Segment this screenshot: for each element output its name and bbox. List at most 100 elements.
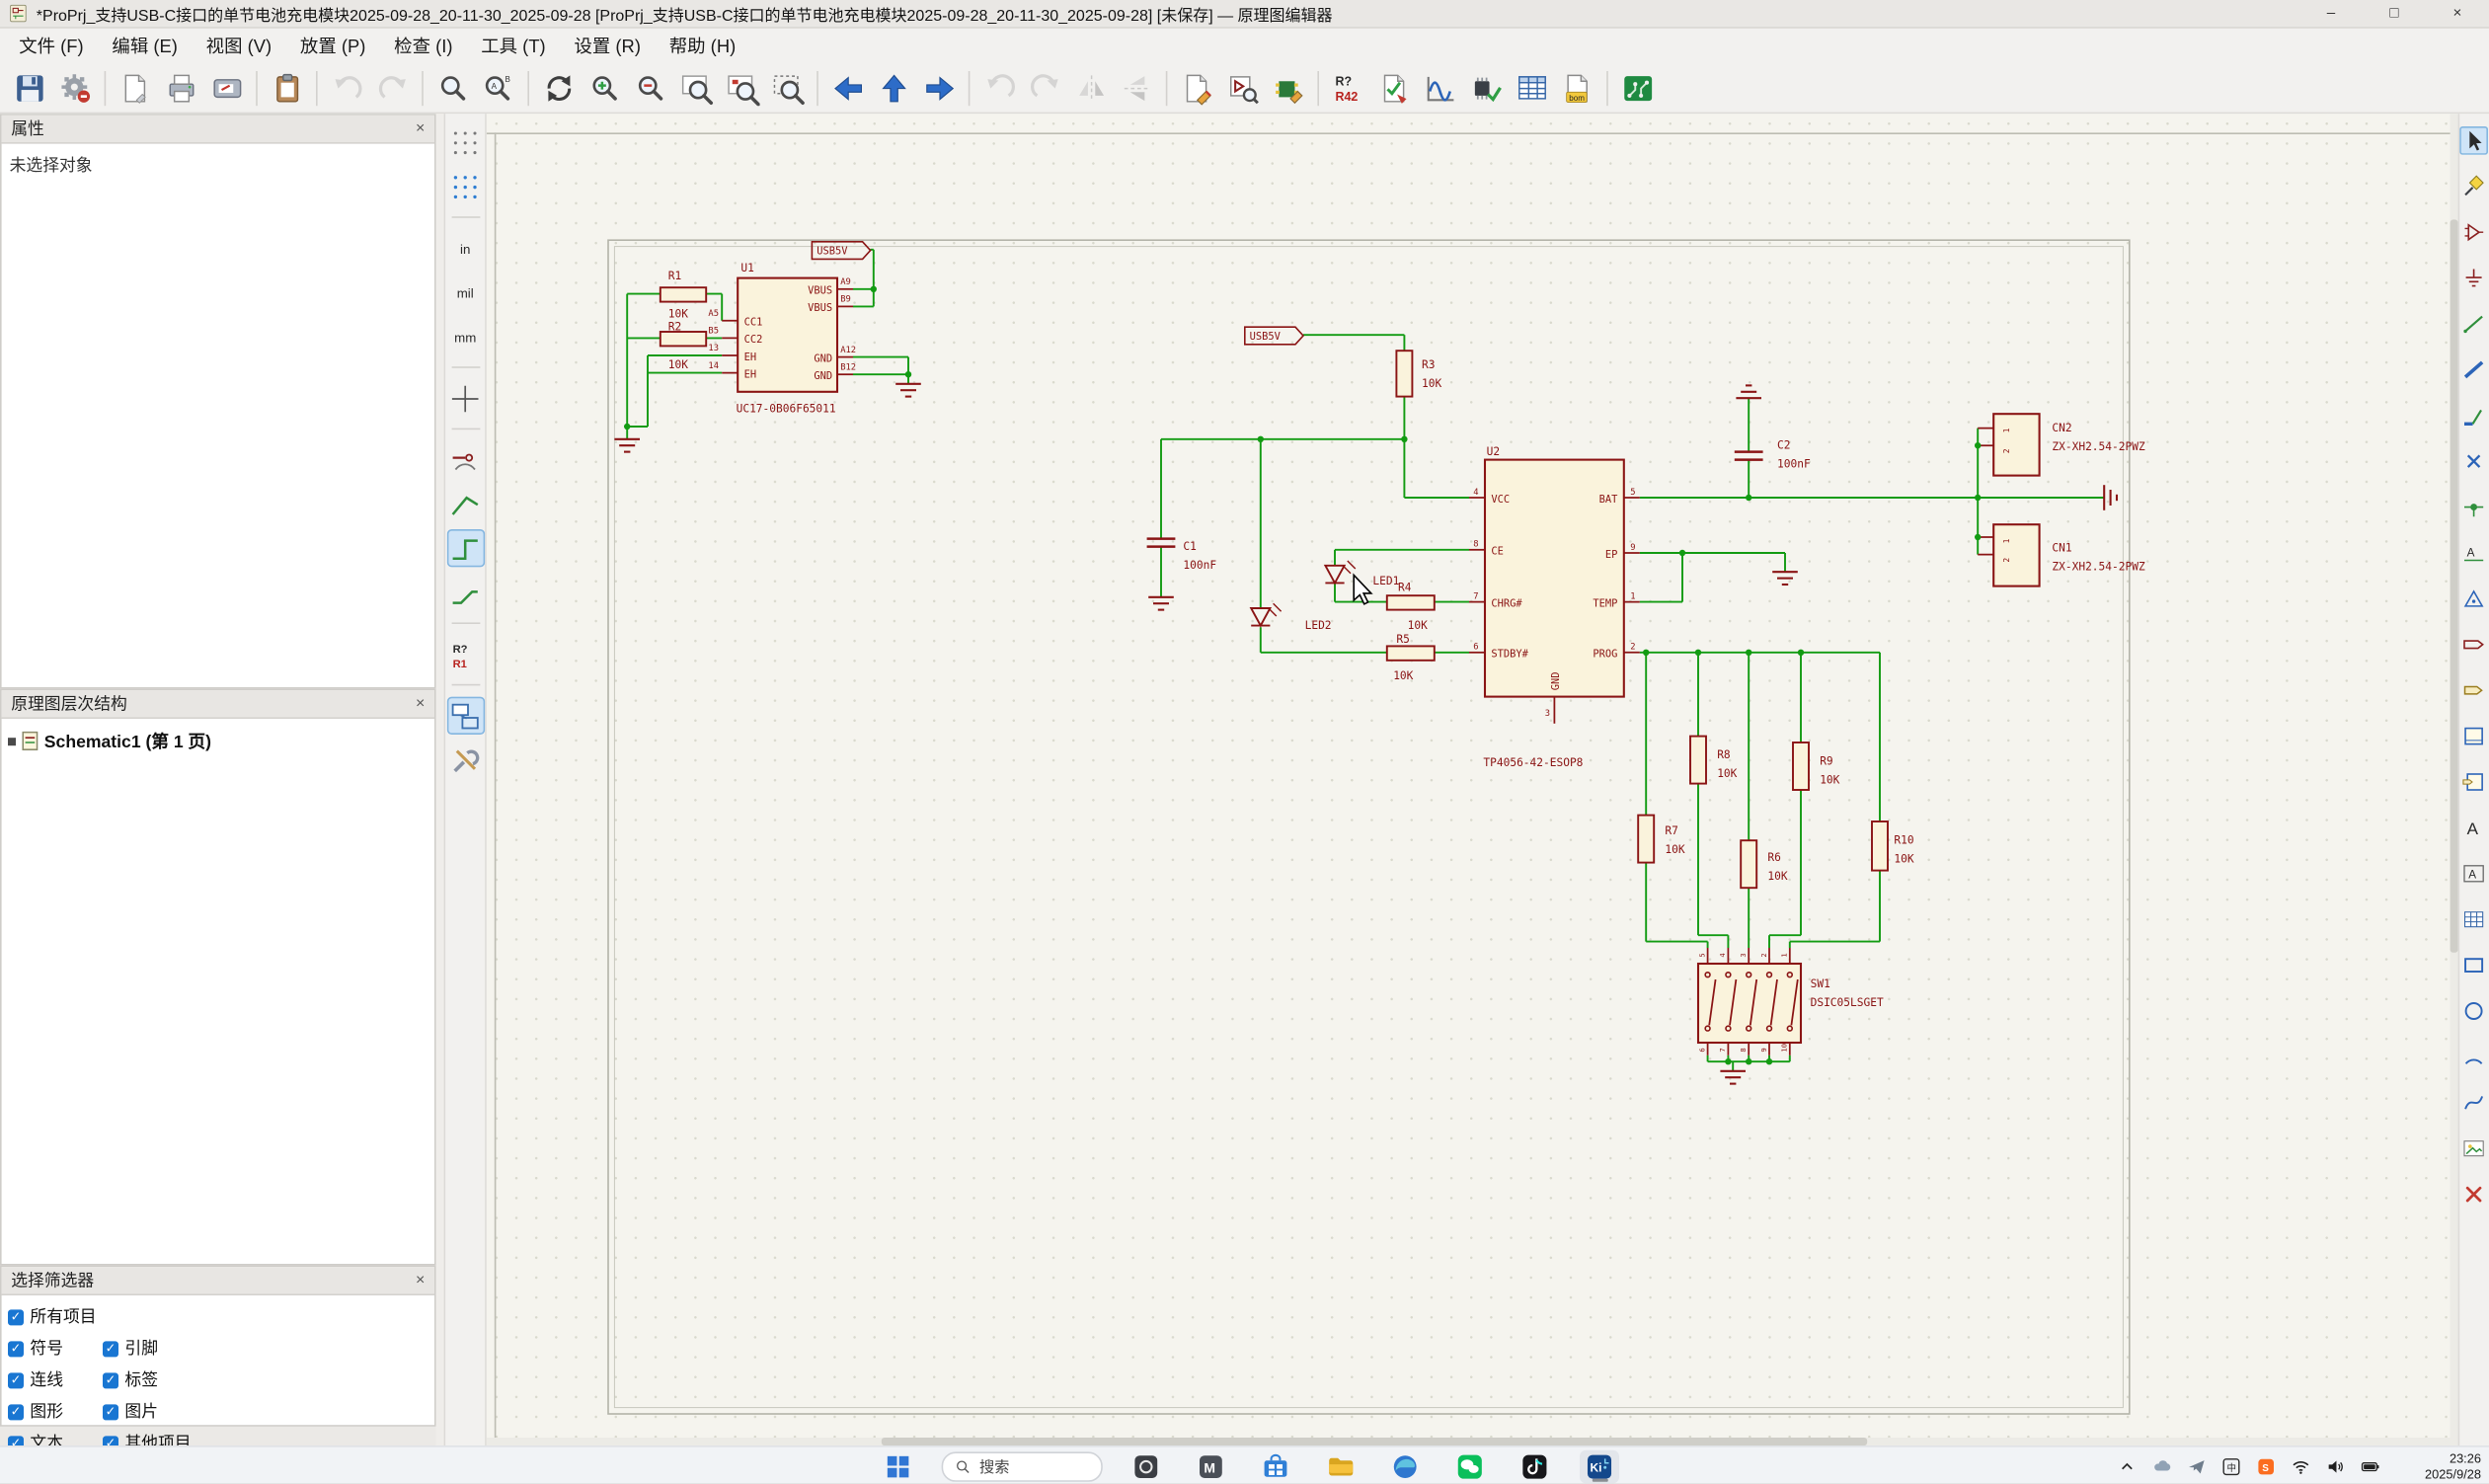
schematic-text[interactable]: 10K — [1820, 774, 1839, 787]
schematic-text[interactable]: LED2 — [1305, 619, 1332, 632]
45-degree-wires-button[interactable] — [446, 574, 484, 611]
schematic-text[interactable]: LED1 — [1372, 575, 1399, 587]
junction-dot[interactable] — [1746, 650, 1751, 656]
schematic-text[interactable]: 2 — [1759, 953, 1768, 957]
schematic-text[interactable]: 2 — [2002, 448, 2011, 453]
nav-forward-button[interactable] — [918, 66, 961, 109]
global-label-button[interactable] — [2460, 630, 2489, 659]
highlight-net-button[interactable] — [2460, 172, 2489, 200]
nav-back-button[interactable] — [826, 66, 869, 109]
vertical-scrollbar-thumb[interactable] — [2450, 220, 2458, 953]
checkbox-icon[interactable]: ✓ — [8, 1372, 24, 1388]
schematic-text[interactable]: 9 — [1759, 1048, 1768, 1052]
schematic-text[interactable]: R3 — [1422, 358, 1435, 371]
taskbar-clock[interactable]: 23:26 2025/9/28 — [2425, 1451, 2481, 1484]
schematic-text[interactable]: VBUS — [808, 302, 832, 314]
tray-volume-icon[interactable] — [2325, 1455, 2347, 1477]
schematic-text[interactable]: PROG — [1593, 649, 1617, 661]
annotation-visibility-button[interactable]: R?R1 — [446, 635, 484, 672]
resistor-R3[interactable] — [1396, 351, 1412, 396]
junction-dot[interactable] — [1679, 550, 1685, 556]
menu-place[interactable]: 放置 (P) — [286, 29, 380, 63]
vertical-scrollbar[interactable] — [2450, 114, 2458, 1445]
simulator-button[interactable] — [1419, 66, 1461, 109]
junction-dot[interactable] — [871, 286, 877, 292]
schematic-text[interactable]: 2 — [1630, 643, 1635, 653]
schematic-text[interactable]: 1 — [2002, 538, 2011, 543]
checkbox-icon[interactable]: ✓ — [8, 1309, 24, 1325]
schematic-text[interactable]: ZX-XH2.54-2PWZ — [2052, 440, 2145, 453]
zoom-objects-button[interactable] — [721, 66, 763, 109]
schematic-text[interactable]: ZX-XH2.54-2PWZ — [2052, 561, 2145, 574]
schematic-text[interactable]: 2 — [2002, 558, 2011, 563]
schematic-text[interactable]: 5 — [1697, 953, 1706, 957]
schematic-text[interactable]: 10K — [668, 308, 688, 321]
symbol-browser-button[interactable] — [1221, 66, 1264, 109]
save-button[interactable] — [8, 66, 50, 109]
junction-dot[interactable] — [1695, 650, 1701, 656]
schematic-text[interactable]: A12 — [840, 346, 856, 355]
schematic-text[interactable]: U2 — [1487, 445, 1500, 458]
component-CN2[interactable] — [1993, 414, 2039, 475]
junction-dot[interactable] — [1746, 1058, 1751, 1064]
schematic-text[interactable]: C1 — [1183, 540, 1196, 553]
bezier-button[interactable] — [2460, 1088, 2489, 1117]
assign-footprints-button[interactable] — [1464, 66, 1507, 109]
schematic-text[interactable]: 13 — [708, 344, 719, 353]
schematic-text[interactable]: GND — [814, 352, 832, 364]
fields-table-button[interactable] — [1511, 66, 1553, 109]
schematic-text[interactable]: GND — [1550, 671, 1562, 690]
power-label-text[interactable]: USB5V — [817, 246, 847, 258]
show-hidden-pins-button[interactable] — [446, 440, 484, 478]
text-button[interactable]: A — [2460, 814, 2489, 842]
schematic-text[interactable]: 7 — [1718, 1048, 1727, 1052]
schematic-text[interactable]: CC2 — [744, 334, 763, 346]
circle-button[interactable] — [2460, 997, 2489, 1026]
units-mils-button[interactable]: mil — [446, 273, 484, 311]
schematic-text[interactable]: VBUS — [808, 285, 832, 297]
schematic-text[interactable]: R6 — [1767, 851, 1781, 864]
schematic-text[interactable]: 10K — [1894, 853, 1913, 866]
nav-up-button[interactable] — [872, 66, 914, 109]
resistor-R7[interactable] — [1638, 816, 1654, 863]
place-symbol-button[interactable] — [2460, 218, 2489, 247]
schematic-text[interactable]: STDBY# — [1491, 649, 1528, 661]
schematic-text[interactable]: R1 — [668, 270, 681, 282]
menu-file[interactable]: 文件 (F) — [5, 29, 98, 63]
toggle-grid-overrides-button[interactable] — [446, 168, 484, 205]
menu-preferences[interactable]: 设置 (R) — [560, 29, 655, 63]
schematic-text[interactable]: 8 — [1739, 1048, 1748, 1052]
filter-close-icon[interactable]: × — [416, 1273, 425, 1289]
menu-edit[interactable]: 编辑 (E) — [98, 29, 192, 63]
taskbar-app-edge[interactable] — [1385, 1449, 1425, 1483]
resistor-R8[interactable] — [1690, 737, 1706, 784]
schematic-text[interactable]: SW1 — [1811, 977, 1830, 990]
schematic-text[interactable]: 6 — [1697, 1048, 1706, 1052]
schematic-text[interactable]: CC1 — [744, 317, 763, 329]
resistor-R9[interactable] — [1793, 742, 1809, 790]
taskbar-app-tiktok[interactable] — [1515, 1449, 1554, 1483]
schematic-text[interactable]: 14 — [708, 361, 719, 371]
net-label-button[interactable]: A — [2460, 539, 2489, 568]
schematic-text[interactable]: B12 — [840, 362, 856, 372]
led-LED2[interactable] — [1251, 608, 1270, 626]
schematic-text[interactable]: C2 — [1777, 438, 1790, 451]
close-button[interactable]: × — [2426, 0, 2489, 27]
delete-tool-button[interactable] — [2460, 1180, 2489, 1209]
schematic-canvas[interactable]: USB5VUSB5VU1UC17-0B06F65011CC1CC2EHEHVBU… — [487, 114, 2458, 1445]
filter-labels[interactable]: ✓标签 — [103, 1368, 428, 1392]
no-connect-flag-button[interactable] — [2460, 447, 2489, 476]
taskbar-app-store[interactable] — [1256, 1449, 1295, 1483]
schematic-text[interactable]: R7 — [1665, 824, 1677, 837]
resistor-R5[interactable] — [1387, 646, 1435, 660]
junction-dot[interactable] — [1725, 1058, 1731, 1064]
schematic-text[interactable]: U1 — [740, 262, 753, 274]
schematic-text[interactable]: 10K — [1717, 767, 1737, 780]
schematic-text[interactable]: 1 — [2002, 428, 2011, 432]
menu-help[interactable]: 帮助 (H) — [655, 29, 749, 63]
zoom-selection-button[interactable] — [766, 66, 809, 109]
schematic-text[interactable]: 8 — [1473, 540, 1478, 550]
table-button[interactable] — [2460, 905, 2489, 934]
filter-graphics[interactable]: ✓图形 — [8, 1400, 100, 1424]
schematic-text[interactable]: 5 — [1630, 488, 1635, 498]
